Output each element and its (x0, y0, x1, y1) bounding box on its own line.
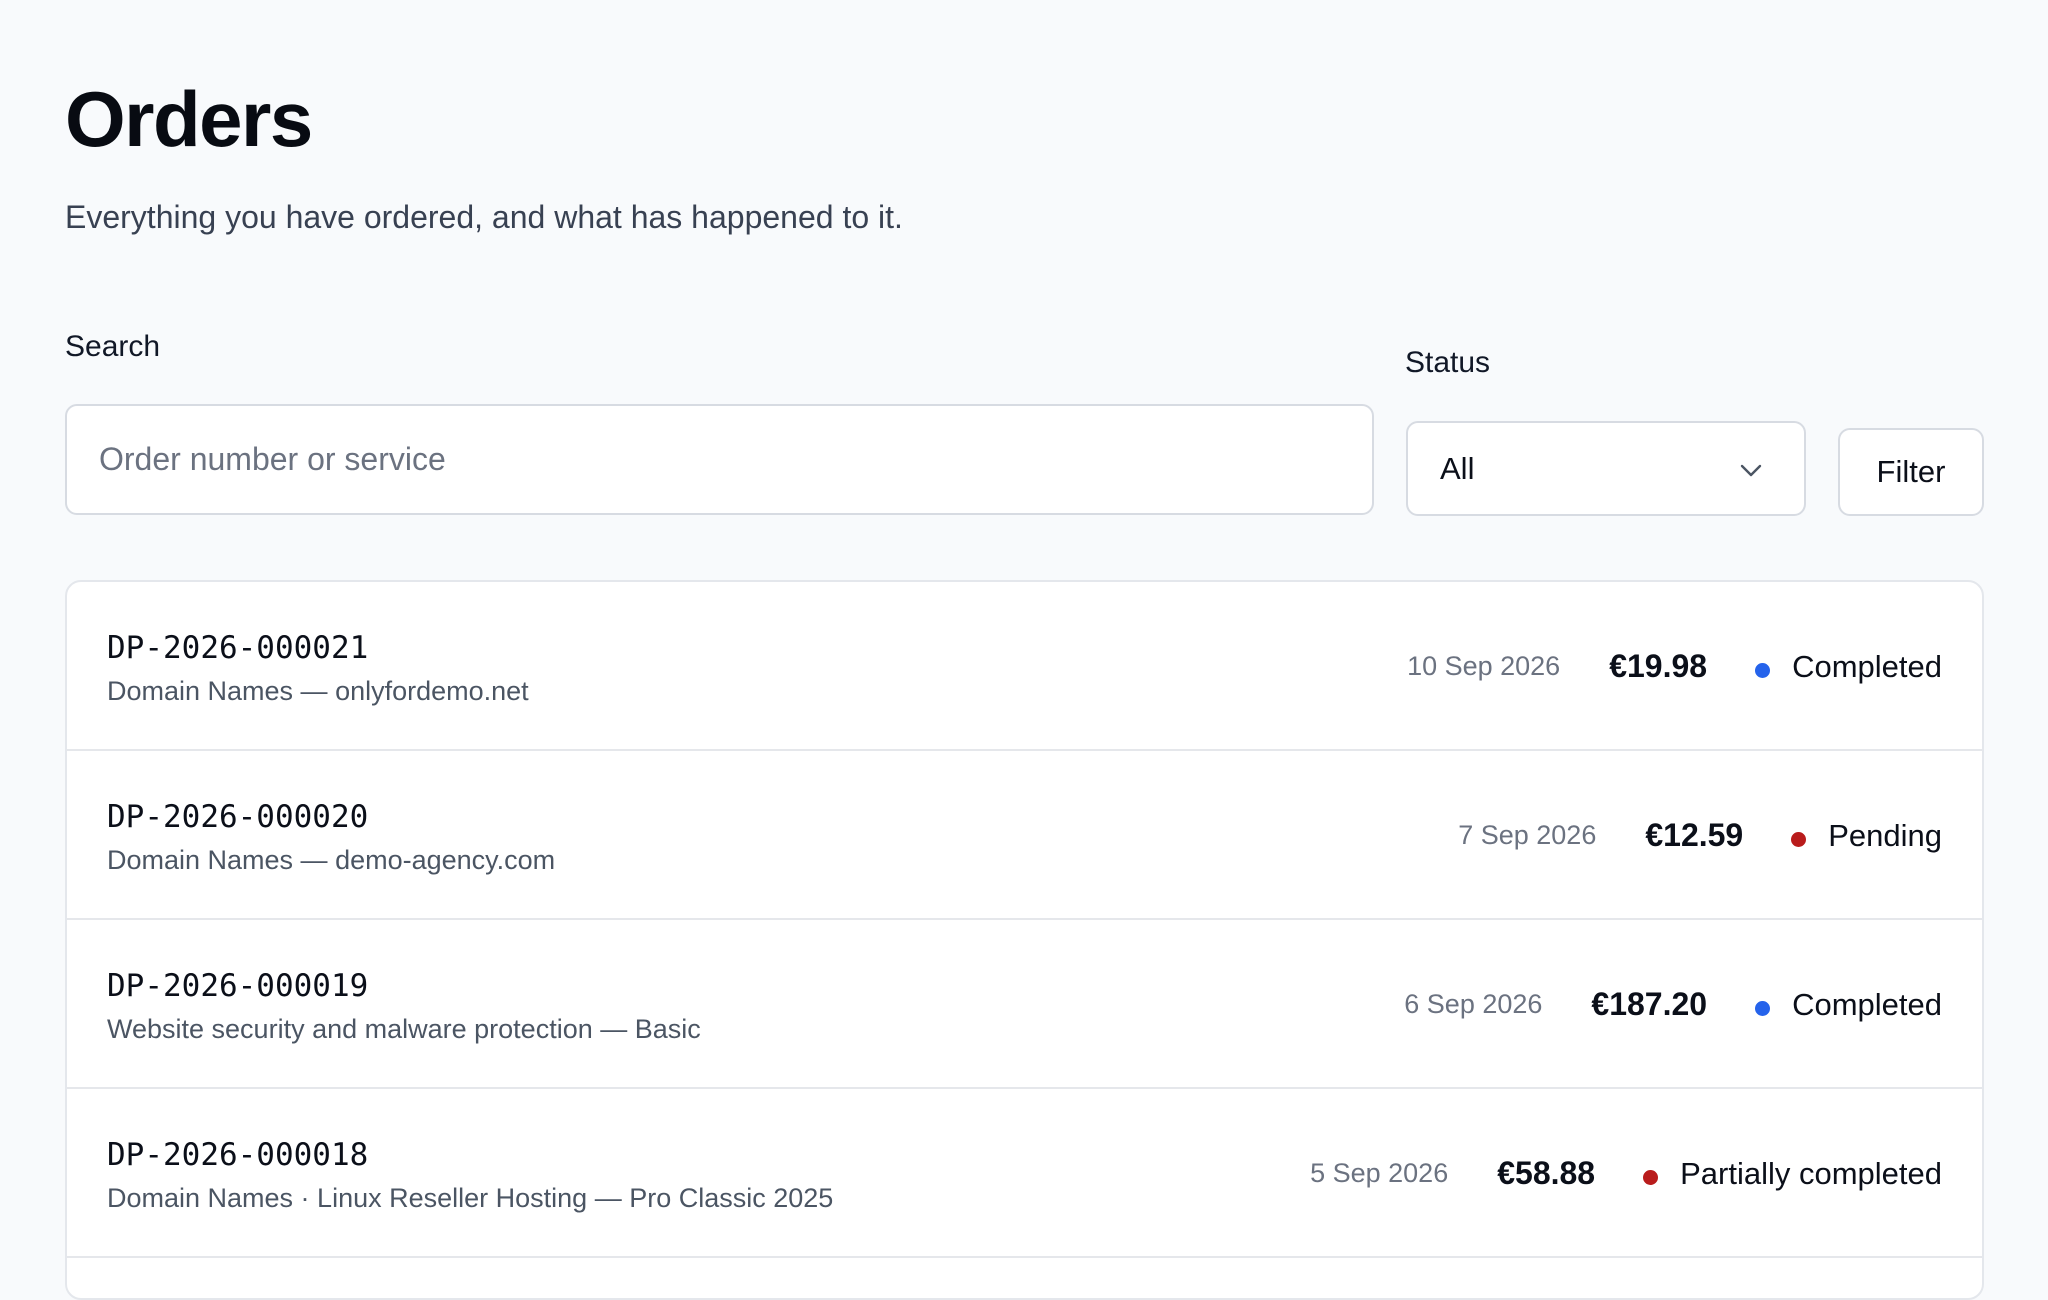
status-label: Status (1405, 346, 1491, 379)
order-amount: €12.59 (1645, 817, 1744, 853)
order-meta: 7 Sep 2026 €12.59 Pending (1458, 751, 1942, 920)
order-date: 7 Sep 2026 (1458, 820, 1597, 850)
status-dot-icon (1791, 832, 1807, 847)
order-status: Pending (1828, 817, 1942, 853)
order-description: Domain Names — demo-agency.com (107, 845, 556, 875)
status-select[interactable]: All (1406, 421, 1806, 516)
order-row[interactable]: DP-2026-000021 Domain Names — onlyfordem… (67, 582, 1982, 751)
order-meta: 5 Sep 2026 €58.88 Partially completed (1310, 1089, 1942, 1258)
order-description: Website security and malware protection … (107, 1014, 701, 1044)
order-description: Domain Names — onlyfordemo.net (107, 676, 529, 706)
order-description: Domain Names · Linux Reseller Hosting — … (107, 1183, 834, 1213)
chevron-down-icon (1740, 464, 1762, 477)
order-amount: €58.88 (1497, 1155, 1596, 1191)
order-date: 5 Sep 2026 (1310, 1158, 1449, 1188)
filter-button[interactable]: Filter (1838, 428, 1984, 516)
order-amount: €187.20 (1591, 986, 1708, 1022)
status-dot-icon (1755, 1001, 1771, 1016)
status-dot-icon (1755, 663, 1771, 678)
page-subtitle: Everything you have ordered, and what ha… (65, 199, 903, 235)
status-dot-icon (1643, 1170, 1659, 1185)
order-number: DP-2026-000021 (107, 630, 369, 666)
order-number: DP-2026-000019 (107, 968, 369, 1004)
order-date: 10 Sep 2026 (1407, 651, 1561, 681)
status-select-value: All (1440, 450, 1475, 486)
order-row[interactable]: DP-2026-000018 Domain Names · Linux Rese… (67, 1089, 1982, 1258)
order-status: Completed (1792, 986, 1942, 1022)
order-row[interactable]: DP-2026-000019 Website security and malw… (67, 920, 1982, 1089)
orders-list: DP-2026-000021 Domain Names — onlyfordem… (65, 580, 1984, 1300)
order-number: DP-2026-000018 (107, 1137, 369, 1173)
order-status: Partially completed (1680, 1155, 1942, 1191)
order-date: 6 Sep 2026 (1404, 989, 1543, 1019)
page-title: Orders (65, 75, 313, 163)
order-status: Completed (1792, 648, 1942, 684)
order-amount: €19.98 (1609, 648, 1708, 684)
search-input[interactable] (65, 404, 1374, 515)
order-meta: 10 Sep 2026 €19.98 Completed (1407, 582, 1942, 751)
order-number: DP-2026-000020 (107, 799, 369, 835)
order-meta: 6 Sep 2026 €187.20 Completed (1404, 920, 1942, 1089)
order-row[interactable]: DP-2026-000020 Domain Names — demo-agenc… (67, 751, 1982, 920)
search-label: Search (65, 330, 161, 363)
